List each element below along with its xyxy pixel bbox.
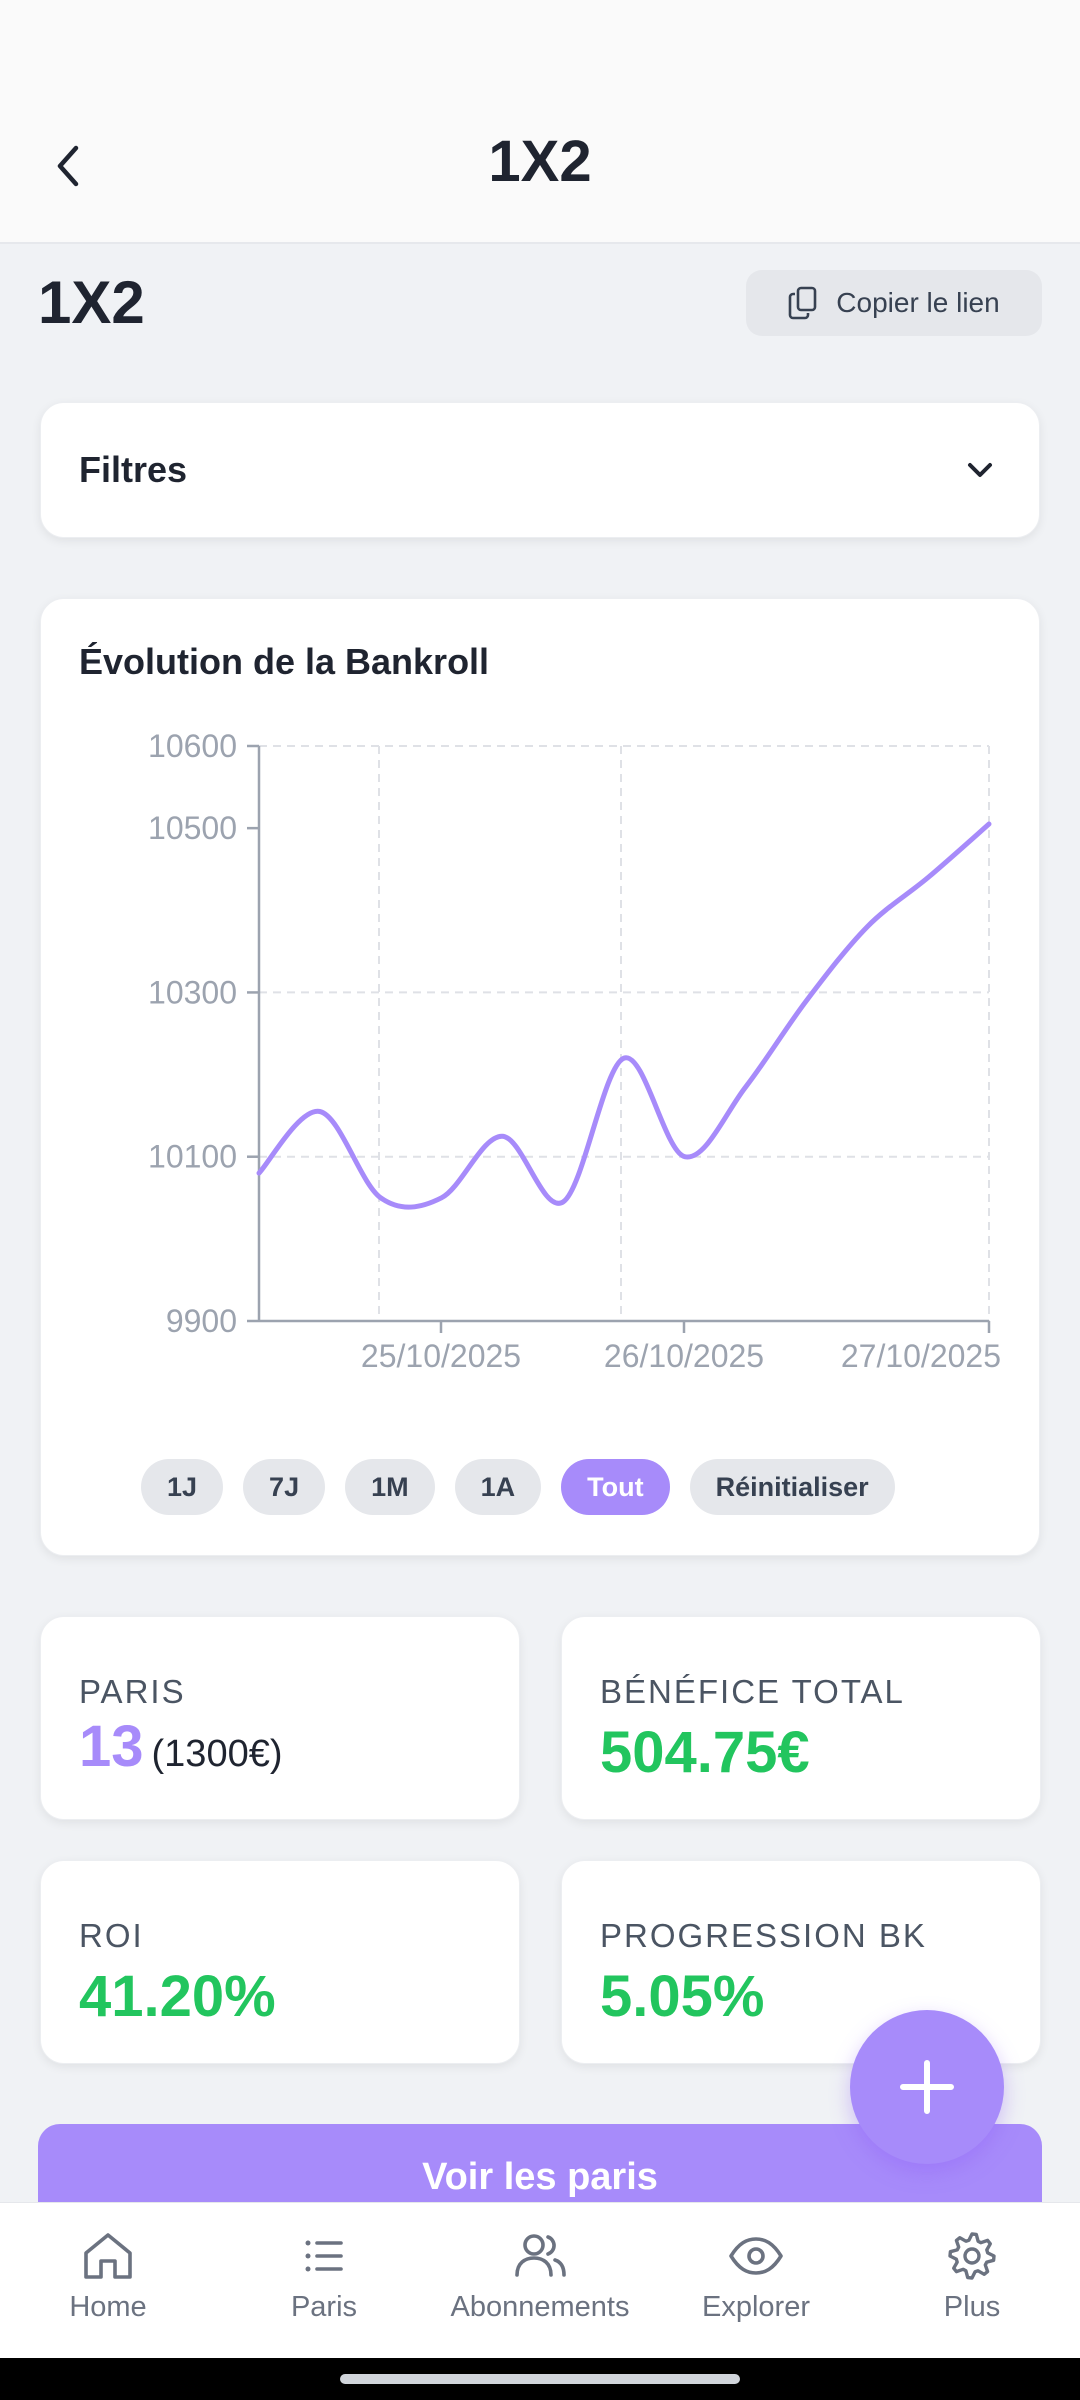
stat-value-paris: 13 (1300€) <box>79 1713 283 1780</box>
chart-x-tick-label: 27/10/2025 <box>841 1338 1001 1374</box>
gear-icon <box>948 2232 996 2280</box>
chevron-down-icon <box>968 463 992 477</box>
nav-label-home: Home <box>69 2291 147 2323</box>
add-bet-fab[interactable] <box>850 2010 1004 2164</box>
filters-title: Filtres <box>79 449 188 490</box>
stat-value-progression: 5.05% <box>600 1964 765 2029</box>
range-button-1m[interactable]: 1M <box>345 1459 435 1515</box>
list-icon <box>305 2240 343 2272</box>
eye-icon <box>729 2237 783 2275</box>
chart-y-tick-label: 10500 <box>148 810 237 846</box>
nav-item-explorer[interactable]: Explorer <box>648 2203 864 2358</box>
home-icon <box>84 2233 132 2279</box>
nav-item-abonnements[interactable]: Abonnements <box>432 2203 648 2358</box>
copy-link-label: Copier le lien <box>836 287 1000 318</box>
copy-link-button[interactable]: Copier le lien <box>746 270 1042 336</box>
paris-amount: (1300€) <box>151 1733 283 1775</box>
chart-x-tick-label: 26/10/2025 <box>604 1338 764 1374</box>
range-button-7j[interactable]: 7J <box>243 1459 326 1515</box>
paris-count: 13 <box>79 1714 144 1779</box>
stat-card-benefice: BÉNÉFICE TOTAL 504.75€ <box>561 1616 1041 1820</box>
bottom-navigation: Home Paris Abonnements Explorer Plus <box>0 2202 1080 2358</box>
stat-value-benefice: 504.75€ <box>600 1720 810 1785</box>
nav-label-explorer: Explorer <box>702 2291 810 2323</box>
stat-value-roi: 41.20% <box>79 1964 276 2029</box>
stat-card-paris: PARIS 13 (1300€) <box>40 1616 520 1820</box>
stat-label-roi: ROI <box>79 1917 144 1954</box>
app-header: 1X2 <box>0 100 1080 244</box>
stat-label-progression: PROGRESSION BK <box>600 1917 927 1954</box>
stat-label-benefice: BÉNÉFICE TOTAL <box>600 1673 905 1710</box>
stat-card-roi: ROI 41.20% <box>40 1860 520 2064</box>
nav-item-plus[interactable]: Plus <box>864 2203 1080 2358</box>
nav-item-paris[interactable]: Paris <box>216 2203 432 2358</box>
range-button-tout[interactable]: Tout <box>561 1459 670 1515</box>
range-button-1a[interactable]: 1A <box>454 1459 542 1515</box>
range-selector: 1J 7J 1M 1A Tout Réinitialiser <box>141 1459 895 1515</box>
nav-label-plus: Plus <box>943 2291 1001 2323</box>
bankroll-chart-card: Évolution de la Bankroll 9900 10100 10300 1… <box>40 598 1040 1556</box>
chart-y-tick-label: 9900 <box>166 1303 237 1339</box>
stat-label-paris: PARIS <box>79 1673 186 1710</box>
system-navigation-area <box>0 2358 1080 2400</box>
header-title: 1X2 <box>488 129 592 194</box>
nav-label-abonnements: Abonnements <box>450 2291 630 2323</box>
chart-y-tick-label: 10600 <box>148 728 237 764</box>
chart-y-tick-label: 10300 <box>148 974 237 1010</box>
range-button-1j[interactable]: 1J <box>141 1459 224 1515</box>
range-button-réinitialiser[interactable]: Réinitialiser <box>689 1459 895 1515</box>
bankroll-line-chart: 9900 10100 10300 10500 10600 25/10/2025 26/10/… <box>148 728 1001 1374</box>
chart-x-tick-label: 25/10/2025 <box>361 1338 521 1374</box>
nav-label-paris: Paris <box>290 2291 358 2323</box>
status-bar-area <box>0 0 1080 100</box>
plus-icon <box>900 2060 954 2114</box>
chart-y-tick-label: 10100 <box>148 1139 237 1175</box>
home-gesture-bar[interactable] <box>340 2374 740 2384</box>
page-title: 1X2 <box>38 269 145 336</box>
filters-dropdown[interactable]: Filtres <box>40 402 1040 538</box>
nav-item-home[interactable]: Home <box>0 2203 216 2358</box>
copy-icon <box>788 286 817 320</box>
users-icon <box>515 2234 566 2277</box>
chart-series-line <box>256 821 992 1210</box>
